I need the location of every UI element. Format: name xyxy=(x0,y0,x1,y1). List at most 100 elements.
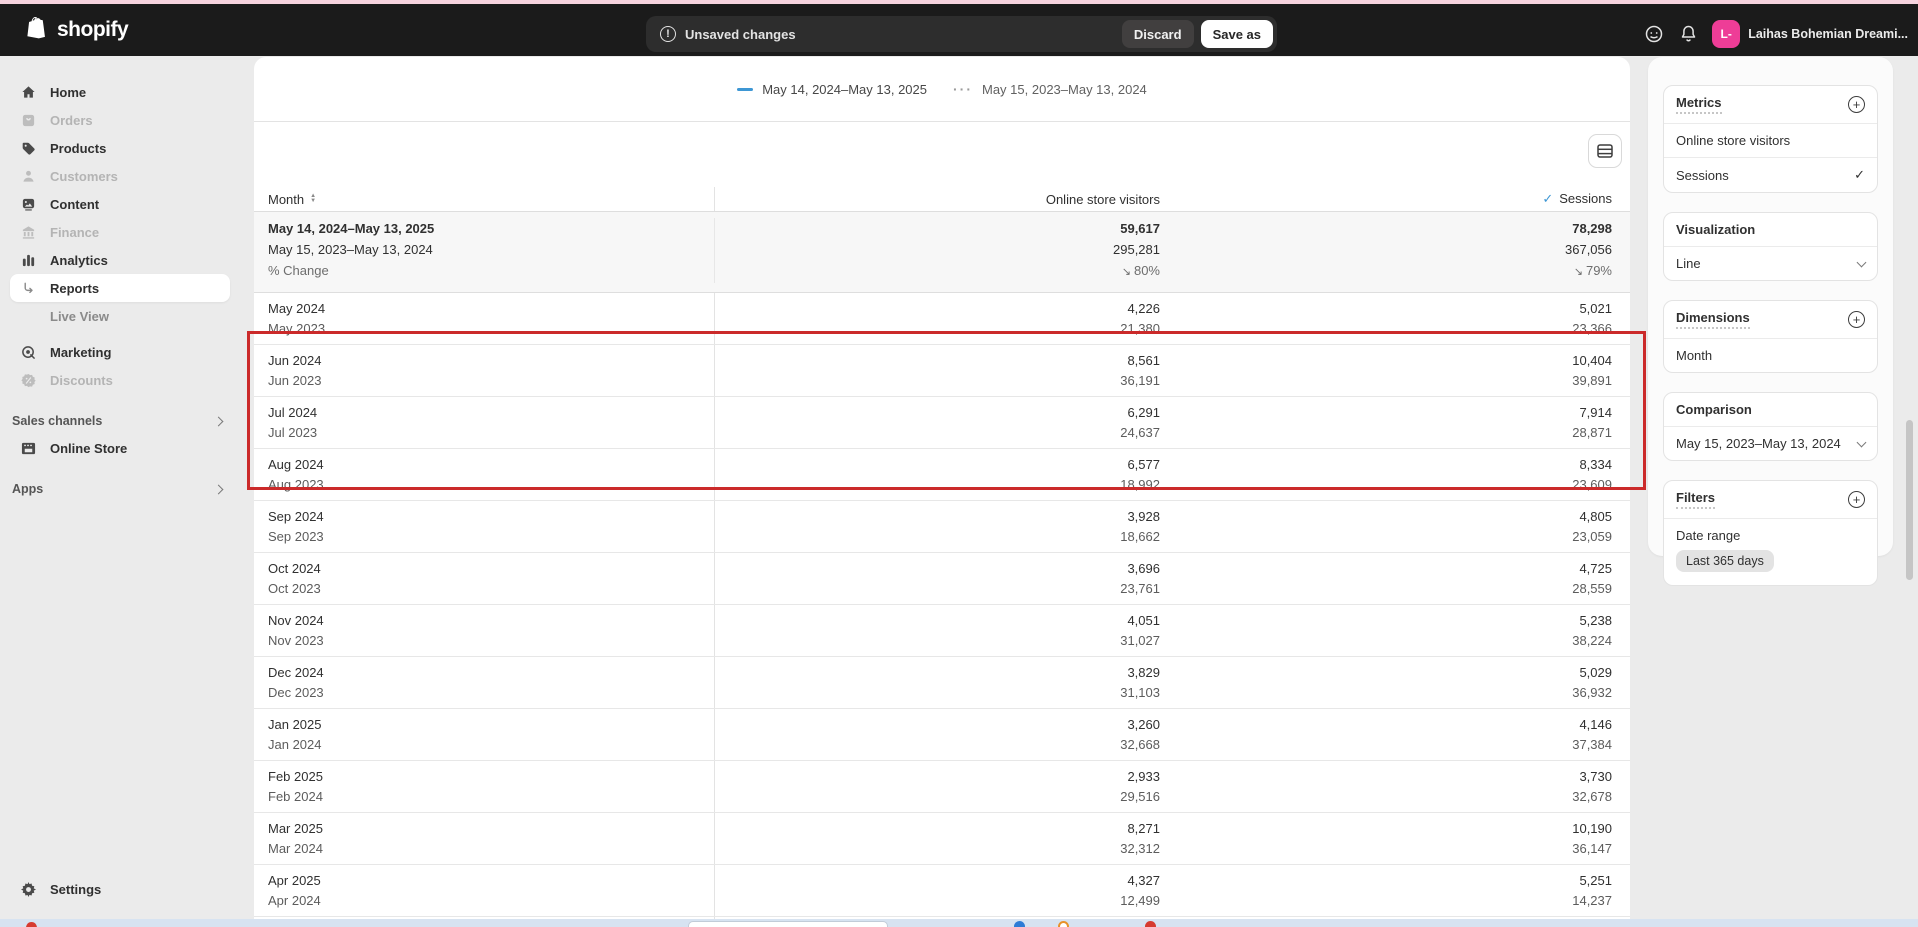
summary-current-visitors: 59,617 xyxy=(715,218,1160,239)
metric-item-online-store-visitors[interactable]: Online store visitors xyxy=(1664,123,1877,157)
row-sessions: 4,725 xyxy=(1160,559,1612,579)
taskbar-search-box xyxy=(688,921,888,927)
row-compare-period: Sep 2023 xyxy=(268,527,324,547)
sidebar-item-label: Settings xyxy=(50,882,101,897)
table-summary-row[interactable]: May 14, 2024–May 13, 2025 59,617 78,298 … xyxy=(254,212,1630,293)
sidebar-item-content[interactable]: Content xyxy=(10,190,230,218)
table-row-apr-2025[interactable]: Apr 2025Apr 20244,32712,4995,25114,237 xyxy=(254,865,1630,917)
sidebar-section-apps[interactable]: Apps xyxy=(10,476,230,502)
sidebar-item-label: Analytics xyxy=(50,253,108,268)
summary-current-sessions: 78,298 xyxy=(1160,218,1630,239)
sidebar-item-label: Content xyxy=(50,197,99,212)
visualization-select[interactable]: Line xyxy=(1664,246,1877,280)
summary-compare-label: May 15, 2023–May 13, 2024 xyxy=(254,239,715,260)
table-row-oct-2024[interactable]: Oct 2024Oct 20233,69623,7614,72528,559 xyxy=(254,553,1630,605)
gear-icon xyxy=(20,881,36,897)
notifications-bell-icon[interactable] xyxy=(1678,24,1698,44)
visualization-card: Visualization Line xyxy=(1663,212,1878,281)
sort-icon: ▲▼ xyxy=(310,194,316,204)
add-filter-button[interactable]: + xyxy=(1848,491,1865,508)
column-header-sessions[interactable]: ✓Sessions xyxy=(1160,191,1630,207)
sidebar-item-online-store[interactable]: Online Store xyxy=(10,434,230,462)
visualization-value: Line xyxy=(1676,256,1701,271)
visualization-title: Visualization xyxy=(1676,222,1755,237)
row-sessions: 4,805 xyxy=(1160,507,1612,527)
add-dimension-button[interactable]: + xyxy=(1848,311,1865,328)
row-visitors: 4,226 xyxy=(715,299,1160,319)
save-as-button[interactable]: Save as xyxy=(1201,20,1273,48)
table-row-mar-2025[interactable]: Mar 2025Mar 20248,27132,31210,19036,147 xyxy=(254,813,1630,865)
row-visitors: 6,291 xyxy=(715,403,1160,423)
shopify-logo[interactable]: shopify xyxy=(26,17,128,43)
home-icon xyxy=(20,84,36,100)
sidebar-item-orders: Orders xyxy=(10,106,230,134)
report-settings-panel: Metrics + Online store visitors Sessions… xyxy=(1648,57,1893,556)
table-row-jul-2024[interactable]: Jul 2024Jul 20236,29124,6377,91428,871 xyxy=(254,397,1630,449)
filters-card: Filters + Date range Last 365 days xyxy=(1663,480,1878,586)
row-sessions-compare: 36,932 xyxy=(1160,683,1612,703)
table-view-toggle-button[interactable] xyxy=(1588,134,1622,168)
row-sessions-compare: 28,559 xyxy=(1160,579,1612,599)
metric-item-sessions[interactable]: Sessions ✓ xyxy=(1664,157,1877,192)
table-row-dec-2024[interactable]: Dec 2024Dec 20233,82931,1035,02936,932 xyxy=(254,657,1630,709)
sidebar-section-sales-channels[interactable]: Sales channels xyxy=(10,408,230,434)
row-visitors-compare: 36,191 xyxy=(715,371,1160,391)
discounts-icon xyxy=(20,372,36,388)
legend-compare-range[interactable]: ··· May 15, 2023–May 13, 2024 xyxy=(953,81,1147,97)
row-visitors-compare: 23,761 xyxy=(715,579,1160,599)
row-period: Dec 2024 xyxy=(268,663,324,683)
sidebar-item-products[interactable]: Products xyxy=(10,134,230,162)
row-compare-period: Mar 2024 xyxy=(268,839,323,859)
orders-icon xyxy=(20,112,36,128)
sidebar-item-reports[interactable]: Reports xyxy=(10,274,230,302)
comparison-select[interactable]: May 15, 2023–May 13, 2024 xyxy=(1664,426,1877,460)
row-visitors: 8,271 xyxy=(715,819,1160,839)
sidebar-item-discounts: Discounts xyxy=(10,366,230,394)
sidebar-item-label: Finance xyxy=(50,225,99,240)
sidebar-item-analytics[interactable]: Analytics xyxy=(10,246,230,274)
sidebar-item-marketing[interactable]: Marketing xyxy=(10,338,230,366)
row-sessions: 5,021 xyxy=(1160,299,1612,319)
row-period: Jul 2024 xyxy=(268,403,317,423)
dimension-label: Month xyxy=(1676,348,1712,363)
column-header-visitors[interactable]: Online store visitors xyxy=(715,192,1160,207)
legend-current-range[interactable]: May 14, 2024–May 13, 2025 xyxy=(737,82,927,97)
row-sessions-compare: 39,891 xyxy=(1160,371,1612,391)
table-row-feb-2025[interactable]: Feb 2025Feb 20242,93329,5163,73032,678 xyxy=(254,761,1630,813)
row-visitors-compare: 24,637 xyxy=(715,423,1160,443)
vertical-scrollbar-thumb[interactable] xyxy=(1906,420,1913,580)
finance-icon xyxy=(20,224,36,240)
table-row-aug-2024[interactable]: Aug 2024Aug 20236,57718,9928,33423,609 xyxy=(254,449,1630,501)
table-row-jun-2024[interactable]: Jun 2024Jun 20238,56136,19110,40439,891 xyxy=(254,345,1630,397)
user-menu[interactable]: L- Laihas Bohemian Dreami... xyxy=(1712,20,1908,48)
summary-compare-sessions: 367,056 xyxy=(1160,239,1630,260)
sidebar-item-live-view[interactable]: Live View xyxy=(10,302,230,330)
column-header-month[interactable]: Month ▲▼ xyxy=(254,187,715,211)
report-content-card: May 14, 2024–May 13, 2025 ··· May 15, 20… xyxy=(254,57,1630,927)
logo-wordmark: shopify xyxy=(57,18,128,42)
date-range-pill[interactable]: Last 365 days xyxy=(1676,550,1774,572)
row-sessions: 5,238 xyxy=(1160,611,1612,631)
table-row-jan-2025[interactable]: Jan 2025Jan 20243,26032,6684,14637,384 xyxy=(254,709,1630,761)
row-sessions: 10,404 xyxy=(1160,351,1612,371)
row-sessions-compare: 14,237 xyxy=(1160,891,1612,911)
add-metric-button[interactable]: + xyxy=(1848,96,1865,113)
date-range-label: Date range xyxy=(1676,528,1865,543)
chart-legend: May 14, 2024–May 13, 2025 ··· May 15, 20… xyxy=(254,57,1630,121)
row-visitors: 3,260 xyxy=(715,715,1160,735)
topbar: shopify ! Unsaved changes Discard Save a… xyxy=(0,4,1918,56)
sidebar-item-settings[interactable]: Settings xyxy=(10,875,230,903)
summary-change-sessions: ↘79% xyxy=(1160,260,1630,283)
dimension-item-month[interactable]: Month xyxy=(1664,338,1877,372)
row-sessions-compare: 23,609 xyxy=(1160,475,1612,495)
sidebar-nav: HomeOrdersProductsCustomersContentFinanc… xyxy=(0,56,240,927)
sidebar-item-home[interactable]: Home xyxy=(10,78,230,106)
row-visitors-compare: 32,668 xyxy=(715,735,1160,755)
row-period: Jan 2025 xyxy=(268,715,322,735)
table-row-nov-2024[interactable]: Nov 2024Nov 20234,05131,0275,23838,224 xyxy=(254,605,1630,657)
discard-button[interactable]: Discard xyxy=(1122,20,1194,48)
table-row-may-2024[interactable]: May 2024May 20234,22621,3805,02123,366 xyxy=(254,293,1630,345)
sidebar-item-label: Discounts xyxy=(50,373,113,388)
assistant-icon[interactable] xyxy=(1644,24,1664,44)
table-row-sep-2024[interactable]: Sep 2024Sep 20233,92818,6624,80523,059 xyxy=(254,501,1630,553)
